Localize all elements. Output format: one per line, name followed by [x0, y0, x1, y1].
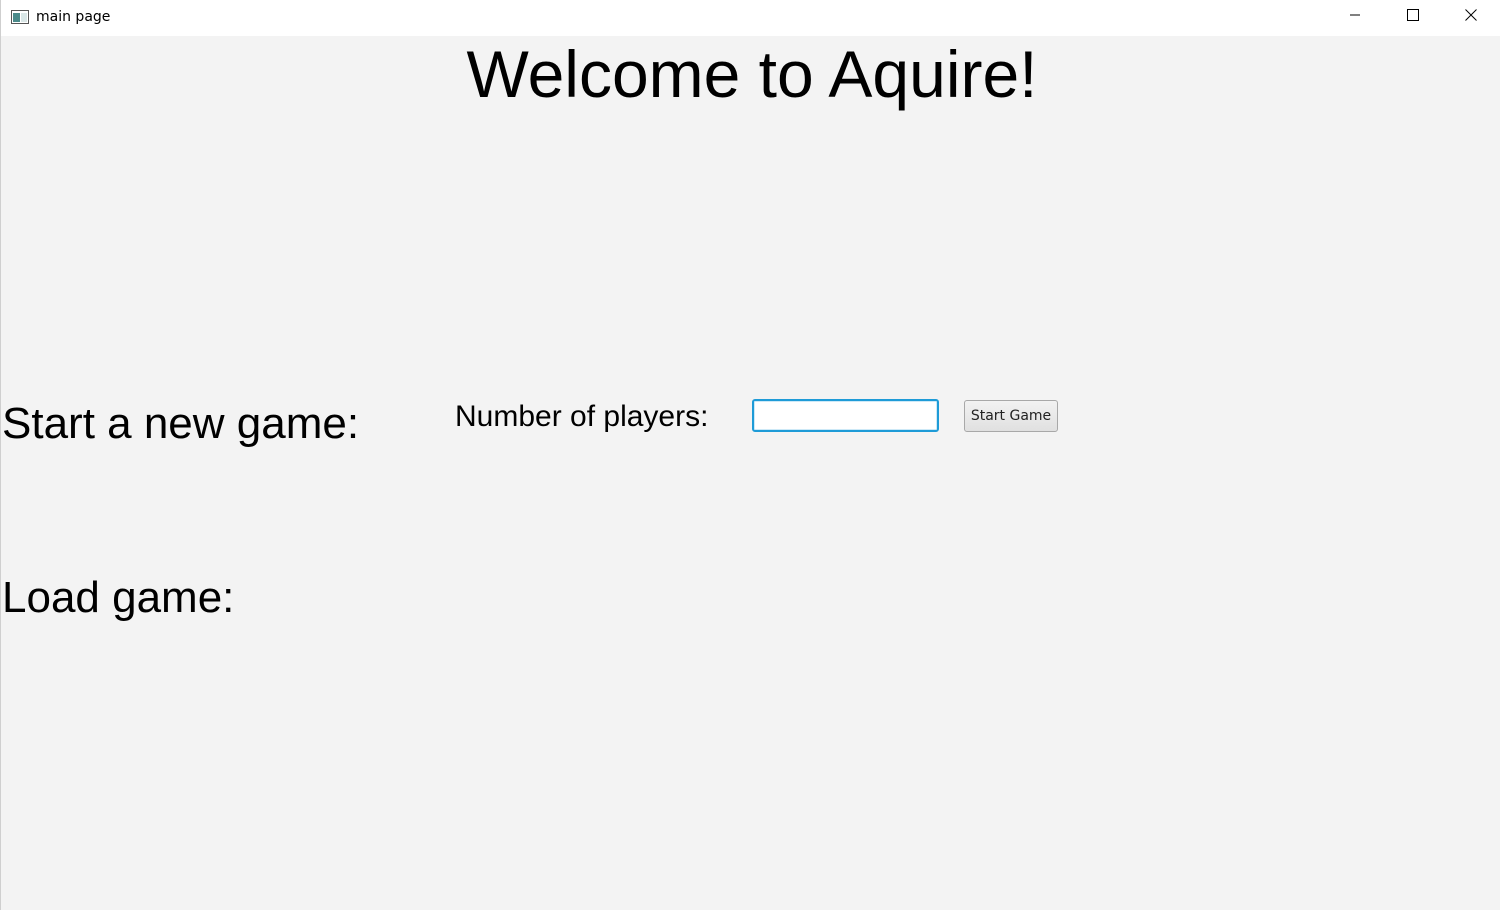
close-button[interactable] [1448, 0, 1494, 34]
minimize-icon [1349, 8, 1361, 26]
start-game-button[interactable]: Start Game [964, 400, 1058, 432]
close-icon [1465, 8, 1477, 26]
title-bar[interactable]: main page [1, 0, 1500, 36]
app-window: main page Welcome to Aquire! Start a new… [0, 0, 1500, 910]
window-title: main page [36, 9, 111, 25]
app-icon [11, 10, 29, 24]
welcome-heading: Welcome to Aquire! [466, 37, 1038, 111]
players-label: Number of players: [455, 400, 709, 433]
page-title: Welcome to Aquire! [1, 36, 1500, 112]
players-count-input[interactable] [752, 399, 939, 432]
load-game-label: Load game: [2, 573, 235, 622]
minimize-button[interactable] [1332, 0, 1378, 34]
maximize-button[interactable] [1390, 0, 1436, 34]
maximize-icon [1407, 8, 1419, 26]
new-game-label: Start a new game: [2, 399, 360, 448]
